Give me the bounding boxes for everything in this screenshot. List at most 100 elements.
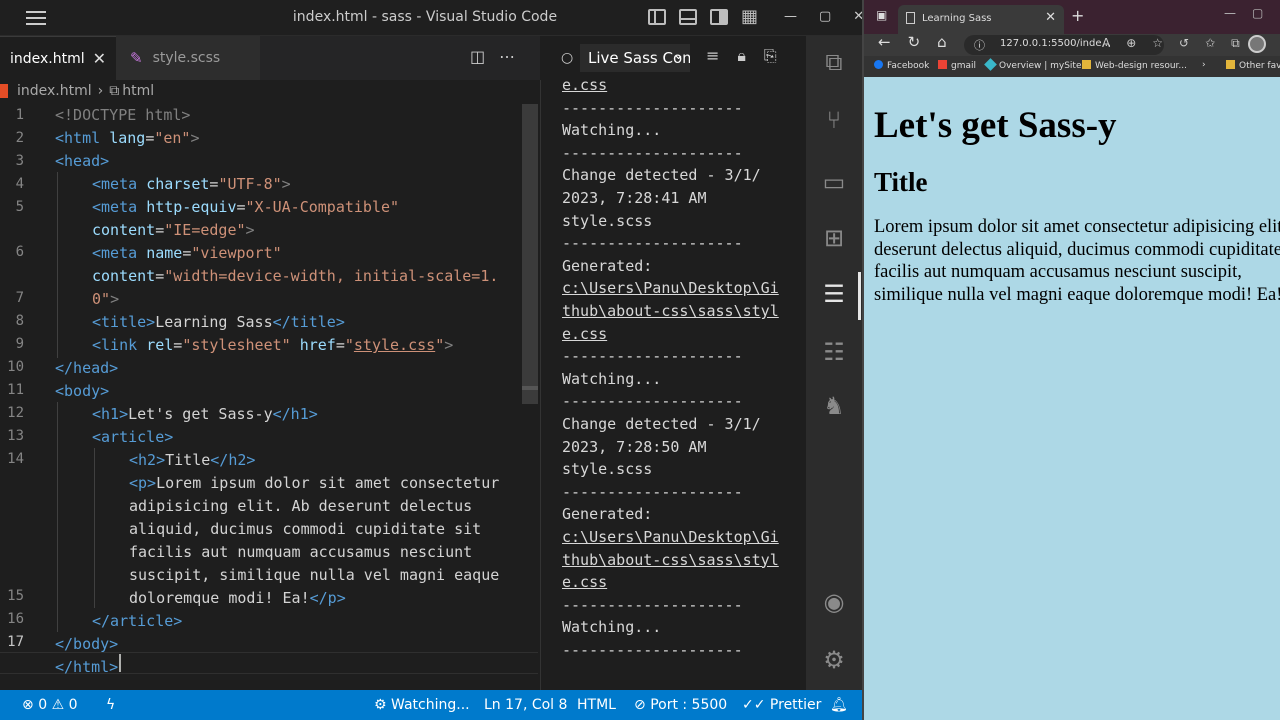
output-line: c:\Users\Panu\Desktop\Gi — [562, 279, 779, 298]
problems-indicator[interactable]: ⊗ 0 ⚠ 0 — [22, 697, 78, 713]
customize-layout-icon[interactable] — [741, 6, 759, 27]
code-line: facilis aut numquam accusamus nesciunt — [129, 543, 473, 561]
explorer-icon[interactable]: ⧉ — [820, 48, 848, 76]
clear-output-icon[interactable]: ≡ — [706, 46, 719, 66]
checklist-icon[interactable]: ☷ — [820, 338, 848, 366]
more-actions-icon[interactable]: ⋯ — [499, 47, 515, 66]
account-icon[interactable]: ◉ — [820, 588, 848, 616]
reload-icon[interactable]: ↻ — [908, 33, 921, 51]
folder-icon — [1226, 60, 1235, 69]
circle-icon: ○ — [561, 50, 574, 66]
code-line: suscipit, similique nulla vel magni eaqu… — [129, 566, 500, 584]
output-channel-select[interactable]: Live Sass Compiler ⌄ — [580, 44, 690, 72]
output-line: 2023, 7:28:50 AM — [562, 437, 707, 456]
prettier-status[interactable]: ✓✓ Prettier — [742, 697, 821, 713]
editor-scrollbar[interactable] — [522, 104, 538, 404]
code-line: content="IE=edge"> — [92, 221, 255, 239]
site-info-icon[interactable]: ⓘ — [974, 37, 985, 53]
refresh-sync-icon[interactable]: ↺ — [1179, 36, 1189, 51]
zoom-icon[interactable]: ⊕ — [1126, 36, 1136, 51]
settings-gear-icon[interactable]: ⚙ — [820, 646, 848, 674]
collections-icon[interactable]: ⧉ — [1231, 36, 1240, 51]
output-line: Watching... — [562, 618, 662, 637]
minimize-icon[interactable]: — — [784, 9, 797, 24]
bookmark-overview[interactable]: Overview | mySite — [984, 58, 1082, 71]
facebook-icon — [874, 60, 883, 69]
new-tab-icon[interactable]: + — [1071, 6, 1084, 25]
hamburger-menu-icon[interactable] — [26, 11, 46, 29]
line-number: 16 — [7, 610, 24, 627]
bookmark-facebook[interactable]: Facebook — [874, 60, 929, 71]
bookmark-gmail[interactable]: gmail — [938, 60, 976, 71]
lock-scroll-icon[interactable]: 🔒︎ — [737, 46, 746, 66]
split-editor-icon[interactable]: ◫ — [470, 47, 485, 66]
code-line: aliquid, ducimus commodi cupiditate sit — [129, 520, 482, 538]
read-aloud-icon[interactable]: A — [1102, 36, 1110, 51]
code-line: </head> — [55, 359, 119, 377]
browser-tab[interactable]: Learning Sass ✕ — [898, 5, 1064, 34]
profile-avatar[interactable] — [1248, 35, 1266, 53]
chevron-down-icon: ⌄ — [673, 48, 684, 63]
stylesheet-link[interactable]: style.css — [354, 336, 435, 354]
browser-window-controls[interactable]: —▢ — [1224, 6, 1279, 20]
favorite-icon[interactable]: ☆ — [1152, 36, 1163, 51]
output-line: -------------------- — [562, 98, 743, 117]
browser-tab-title: Learning Sass — [922, 13, 992, 24]
live-server-port[interactable]: ⊘ Port : 5500 — [634, 697, 727, 713]
notes-icon[interactable]: ☰ — [820, 280, 848, 308]
toggle-sidebar-icon[interactable] — [648, 9, 666, 25]
remote-explorer-icon[interactable]: ▭ — [820, 168, 848, 196]
bookmark-other[interactable]: Other favo — [1226, 60, 1280, 71]
warning-count: 0 — [68, 697, 78, 713]
open-output-icon[interactable]: ⎘ — [764, 46, 777, 66]
lightning-icon[interactable]: ϟ — [106, 697, 115, 713]
code-line: </html> — [55, 658, 119, 676]
close-tab-icon[interactable]: ✕ — [93, 49, 106, 68]
output-line: -------------------- — [562, 641, 743, 659]
tab-style-scss[interactable]: ✎ style.scss — [116, 36, 260, 80]
code-line: content="width=device-width, initial-sca… — [92, 267, 499, 285]
notifications-bell-icon[interactable]: 🔔︎ — [830, 697, 848, 713]
maximize-icon[interactable]: ▢ — [819, 9, 831, 24]
sass-watch-status[interactable]: ⚙ Watching... — [374, 697, 470, 713]
source-control-icon[interactable]: ⑂ — [820, 106, 848, 134]
breadcrumb-file[interactable]: index.html — [17, 83, 92, 99]
line-number: 7 — [15, 290, 24, 307]
browser-tool-icons: A ⊕ ☆ ↺ ✩ ⧉ — [1102, 36, 1240, 51]
output-line: -------------------- — [562, 143, 743, 162]
code-line: <body> — [55, 382, 110, 400]
bookmark-webdesign[interactable]: Web-design resour... — [1082, 60, 1187, 71]
line-number: 9 — [15, 336, 24, 352]
close-tab-icon[interactable]: ✕ — [1045, 10, 1056, 25]
code-line: <p>Lorem ipsum dolor sit amet consectetu… — [129, 474, 500, 492]
home-icon[interactable]: ⌂ — [937, 33, 947, 51]
favorites-icon[interactable]: ✩ — [1205, 36, 1215, 51]
line-number: 12 — [7, 404, 24, 421]
line-number: 14 — [7, 450, 24, 467]
html5-file-icon — [0, 84, 8, 98]
cursor-position[interactable]: Ln 17, Col 8 — [484, 697, 567, 713]
chevron-right-icon[interactable]: › — [1202, 60, 1206, 70]
language-mode[interactable]: HTML — [577, 697, 616, 713]
back-arrow-icon[interactable]: ← — [878, 33, 891, 51]
layout-controls — [648, 6, 759, 27]
output-line: c:\Users\Panu\Desktop\Gi — [562, 528, 779, 546]
output-line: -------------------- — [562, 392, 743, 411]
extension-mascot-icon[interactable]: ♞ — [820, 392, 848, 420]
output-line: e.css — [562, 324, 608, 343]
code-line: <meta http-equiv="X-UA-Compatible" — [92, 198, 400, 216]
code-line: <!DOCTYPE html> — [55, 106, 191, 124]
extensions-icon[interactable]: ⊞ — [820, 224, 848, 252]
code-line: <meta name="viewport" — [92, 244, 282, 262]
tab-actions-icon[interactable]: ▣ — [876, 8, 887, 22]
line-number: 2 — [15, 129, 24, 146]
tab-index-html[interactable]: index.html ✕ — [0, 36, 116, 80]
breadcrumb-symbol[interactable]: html — [122, 83, 154, 99]
tab-label: index.html — [10, 50, 85, 67]
toggle-secondary-sidebar-icon[interactable] — [710, 9, 728, 25]
output-line: style.scss — [562, 460, 653, 479]
line-number: 8 — [15, 313, 24, 330]
toggle-panel-icon[interactable] — [679, 9, 697, 25]
output-line: style.scss — [562, 211, 653, 230]
indent-guide — [94, 448, 95, 608]
